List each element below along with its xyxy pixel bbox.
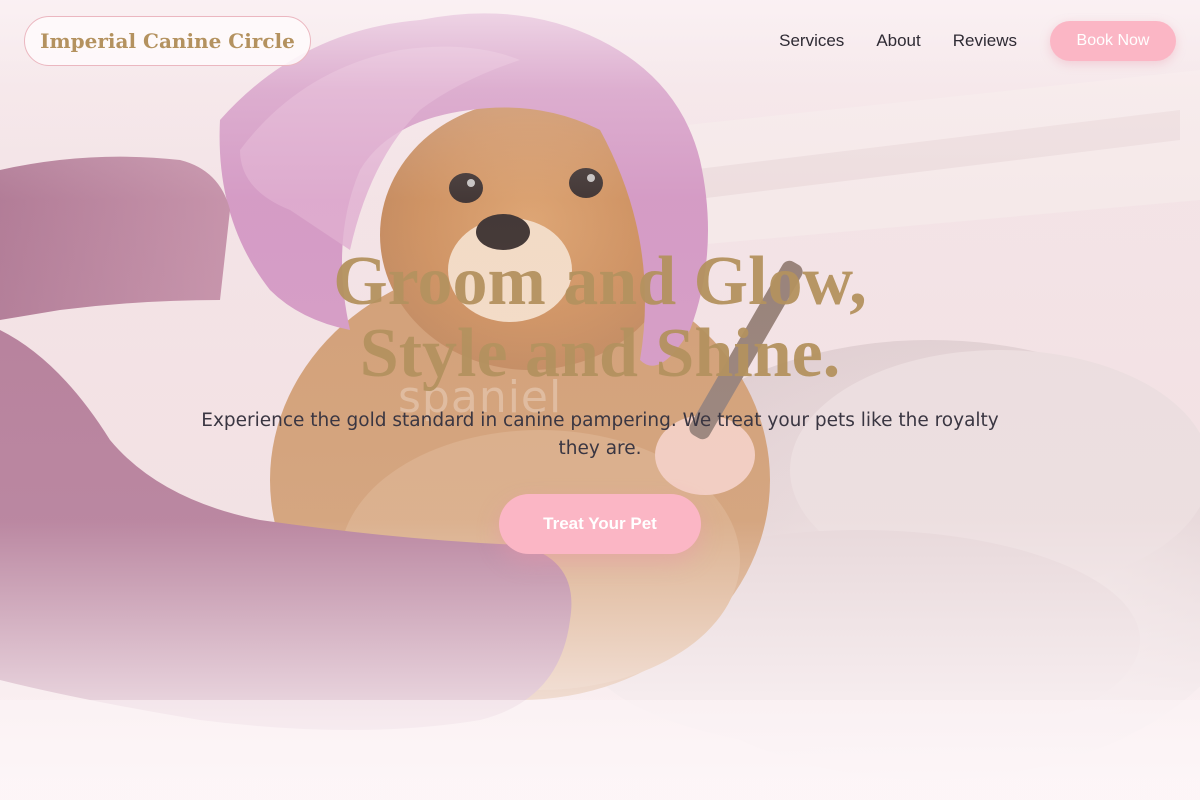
groomed-dog-photo: [0, 0, 1200, 800]
treat-your-pet-button[interactable]: Treat Your Pet: [499, 494, 701, 554]
nav-links: Services About Reviews: [779, 30, 1017, 52]
hero-title: Groom and Glow, Style and Shine.: [0, 246, 1200, 390]
hero-background-image: spaniel: [0, 0, 1200, 800]
hero-subtitle: Experience the gold standard in canine p…: [201, 410, 999, 459]
hero-title-line-2: Style and Shine.: [359, 315, 841, 392]
top-navigation: Imperial Canine Circle Services About Re…: [0, 0, 1200, 84]
nav-link-services[interactable]: Services: [779, 30, 844, 52]
brand-logo[interactable]: Imperial Canine Circle: [24, 16, 311, 66]
book-now-button[interactable]: Book Now: [1050, 21, 1176, 61]
nav-link-reviews[interactable]: Reviews: [953, 30, 1017, 52]
nav-link-about[interactable]: About: [876, 30, 920, 52]
hero-title-line-1: Groom and Glow,: [333, 243, 867, 320]
